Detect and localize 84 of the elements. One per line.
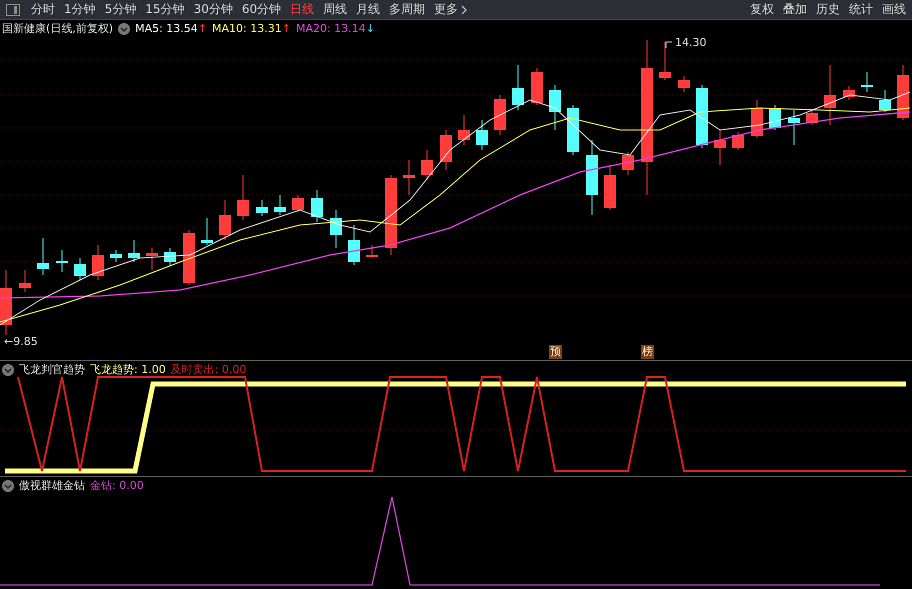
candlestick [512, 64, 524, 110]
period-tab[interactable]: 5分钟 [100, 0, 140, 18]
candlestick [861, 72, 873, 92]
signal-badge: 预 [549, 345, 562, 359]
candlestick [659, 42, 671, 80]
candlestick [604, 164, 616, 210]
candlestick [237, 174, 249, 220]
toolbar-button[interactable]: 画线 [878, 0, 910, 18]
candlestick [421, 150, 433, 180]
candlestick [696, 84, 708, 148]
candlestick [751, 100, 763, 138]
candlestick [110, 250, 122, 262]
ma-value: MA5: 13.54 [135, 22, 198, 35]
ma-value: MA10: 13.31 [212, 22, 282, 35]
period-tab[interactable]: 日线 [286, 0, 318, 18]
low-price-label: ←9.85 [4, 335, 38, 348]
indicator-title: 飞龙判官趋势 [19, 362, 85, 377]
candlestick [806, 110, 818, 126]
chevron-down-icon[interactable] [2, 364, 14, 376]
indicator-value: 金钻: 0.00 [90, 478, 144, 493]
candlestick [128, 240, 140, 262]
period-tab[interactable]: 60分钟 [238, 0, 286, 18]
candlestick [292, 194, 304, 212]
toolbar-button[interactable]: 复权 [746, 0, 778, 18]
indicator-value: 及时卖出: 0.00 [170, 362, 246, 377]
candlestick [622, 152, 634, 176]
candlestick [366, 244, 378, 258]
trend-arrow: ↓ [366, 22, 375, 35]
period-tab[interactable]: 1分钟 [60, 0, 100, 18]
candlestick [330, 210, 342, 248]
candlestick [164, 248, 176, 266]
chevron-down-icon[interactable] [2, 480, 14, 492]
candlestick [879, 90, 891, 112]
chevron-right-icon [461, 4, 468, 14]
candlestick [0, 270, 12, 336]
candlestick [824, 64, 836, 126]
candlestick [494, 94, 506, 136]
candlestick [183, 230, 195, 286]
candlestick [311, 190, 323, 222]
trend-arrow: ↑ [282, 22, 291, 35]
candlestick [678, 76, 690, 92]
candlestick [476, 120, 488, 150]
candlestick [274, 194, 286, 216]
period-tab[interactable]: 分时 [27, 0, 59, 18]
candlestick [567, 104, 579, 156]
candlestick [56, 250, 68, 272]
candlestick [549, 84, 561, 130]
candlestick [458, 114, 470, 146]
candlestick [74, 258, 86, 280]
candlestick [92, 244, 104, 280]
candlestick [348, 224, 360, 266]
period-tab[interactable]: 15分钟 [141, 0, 189, 18]
period-tab[interactable]: 多周期 [385, 0, 430, 18]
candlestick [531, 68, 543, 106]
toolbar-button[interactable]: 叠加 [779, 0, 811, 18]
candlestick [201, 218, 213, 246]
candlestick [732, 132, 744, 150]
candlestick [37, 238, 49, 276]
ma-value: MA20: 13.14 [296, 22, 366, 35]
toolbar-button[interactable]: 历史 [812, 0, 844, 18]
candlestick [219, 200, 231, 240]
chevron-down-icon[interactable] [118, 22, 130, 34]
period-tab[interactable]: 30分钟 [190, 0, 237, 18]
high-price-label: 14.30 [675, 36, 706, 49]
candlestick [256, 200, 268, 216]
trend-arrow: ↑ [198, 22, 208, 35]
candlestick [897, 64, 909, 120]
candlestick [403, 160, 415, 196]
period-tab[interactable]: 周线 [319, 0, 352, 18]
leader-line [666, 42, 672, 48]
window-icon[interactable] [6, 4, 20, 16]
chart-title: 国新健康(日线,前复权) [2, 21, 114, 36]
candlestick [788, 110, 800, 146]
indicator-value: 飞龙趋势: 1.00 [90, 362, 166, 377]
period-tab[interactable]: 月线 [352, 0, 384, 18]
candlestick [440, 130, 452, 170]
candlestick [146, 248, 158, 270]
candlestick [19, 270, 31, 292]
candlestick [714, 130, 726, 166]
indicator-title: 傲视群雄金钻 [19, 478, 85, 493]
signal-badge: 榜 [641, 345, 654, 359]
period-tab[interactable]: 更多 [430, 0, 472, 18]
candlestick [843, 86, 855, 100]
toolbar-button[interactable]: 统计 [845, 0, 877, 18]
